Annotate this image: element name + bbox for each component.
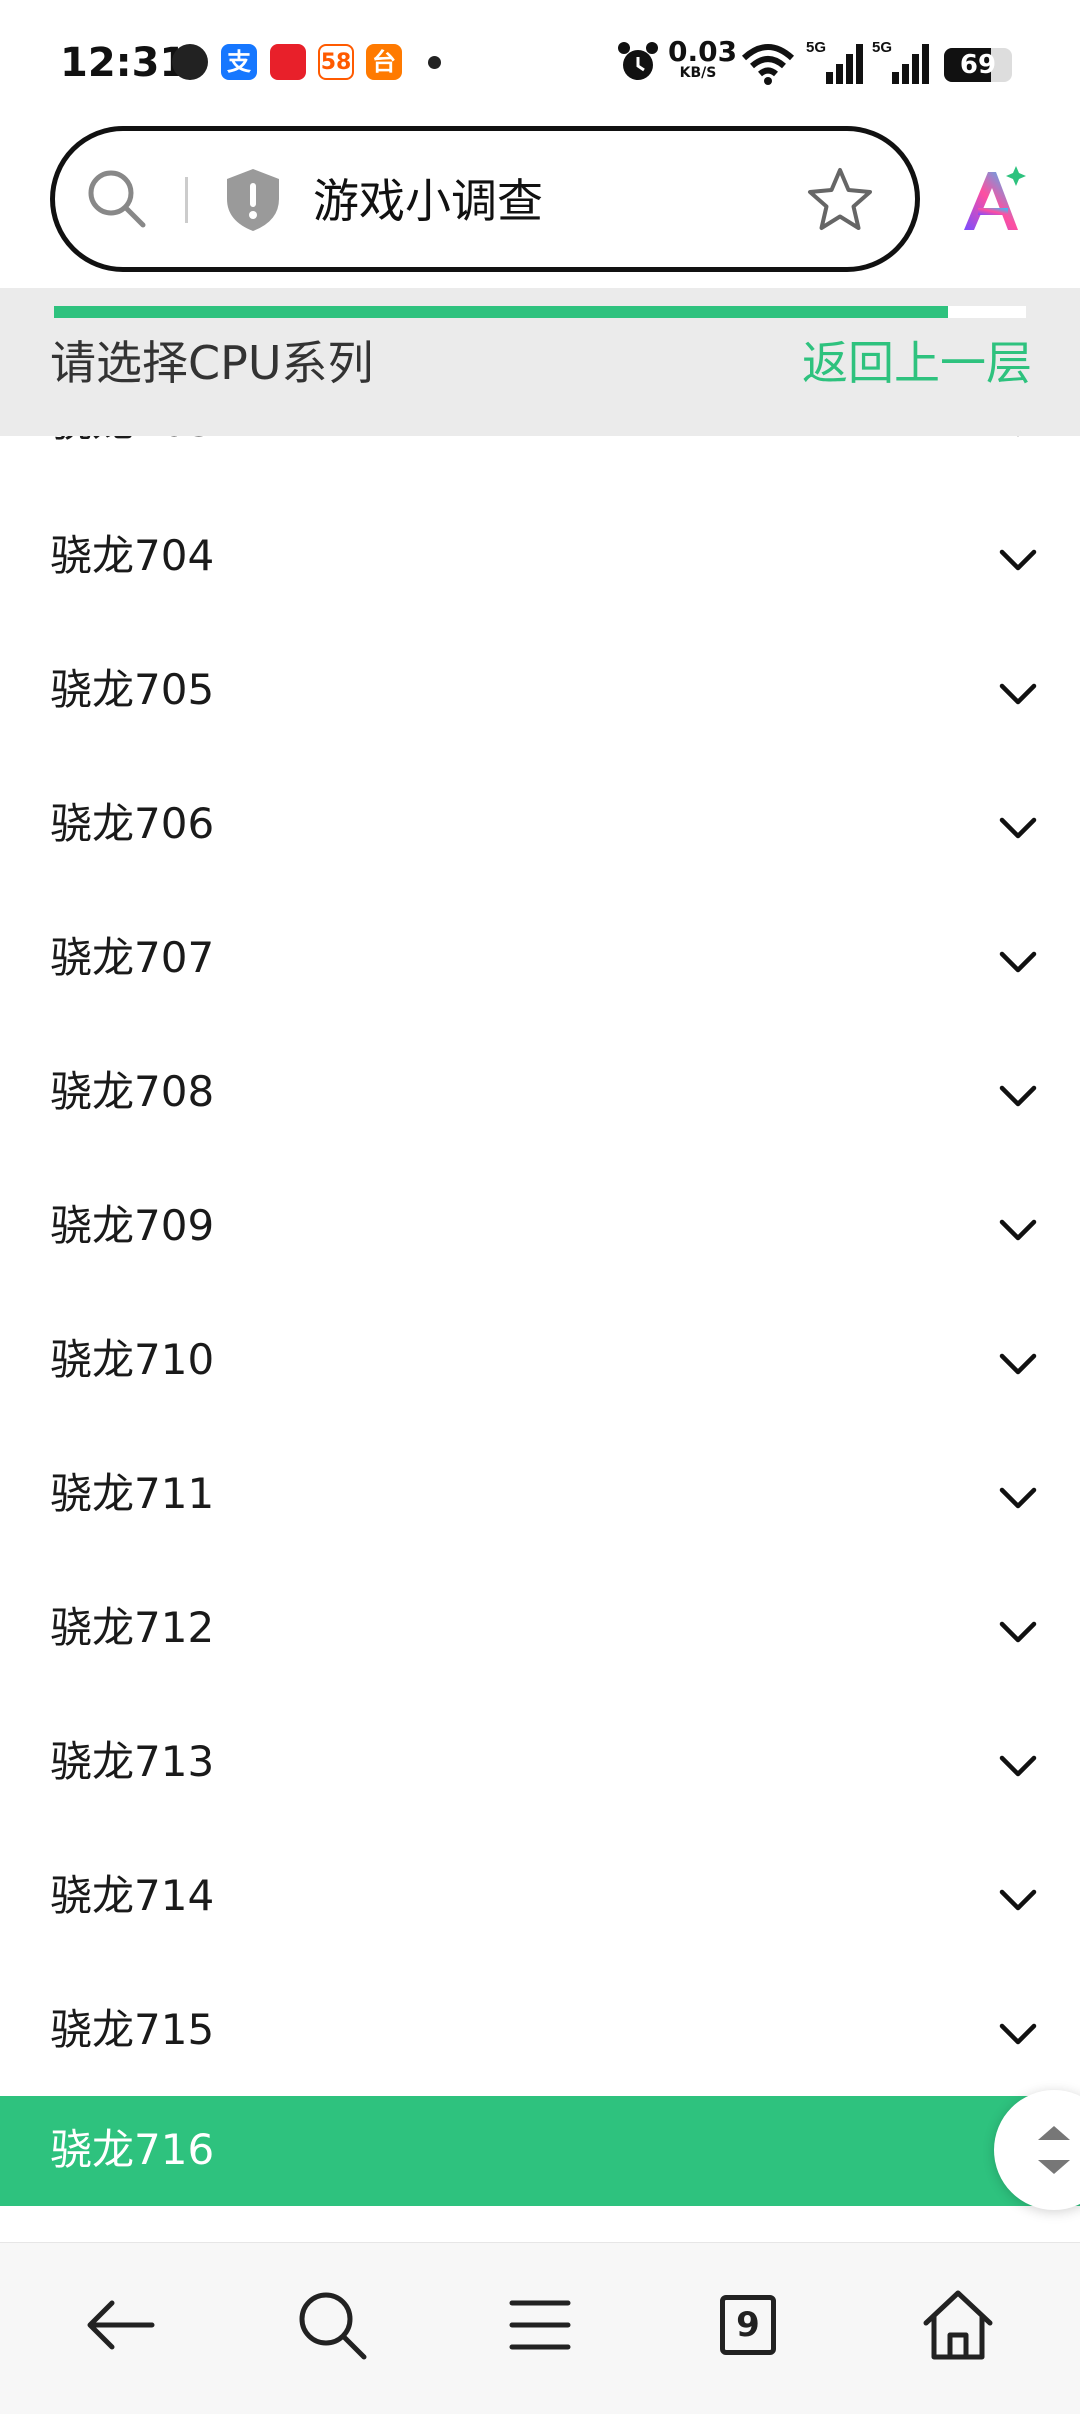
- list-item[interactable]: 骁龙703: [0, 436, 1080, 488]
- chevron-down-icon: [999, 683, 1037, 705]
- signal-icon: 5G: [806, 39, 863, 84]
- list-item-label: 骁龙706: [50, 799, 215, 848]
- svg-text:5G: 5G: [806, 39, 826, 56]
- progress-bar: [54, 306, 1026, 318]
- cpu-list[interactable]: 骁龙703 骁龙704 骁龙705 骁龙706 骁龙707 骁龙708 骁龙70…: [0, 436, 1080, 2242]
- chevron-down-icon: [999, 1353, 1037, 1375]
- list-item[interactable]: 骁龙706: [0, 756, 1080, 890]
- signal-icon-2: 5G: [872, 39, 929, 84]
- list-item-label: 骁龙704: [50, 531, 215, 580]
- ai-assistant-icon[interactable]: [956, 164, 1028, 236]
- 58-app-icon: 58: [318, 44, 354, 80]
- chevron-down-icon: [999, 1487, 1037, 1509]
- header-title: 请选择CPU系列: [50, 336, 374, 390]
- list-item-label: 骁龙710: [50, 1335, 215, 1384]
- back-arrow-icon[interactable]: [80, 2283, 164, 2367]
- list-item[interactable]: 骁龙714: [0, 1828, 1080, 1962]
- more-notifications-dot: [428, 56, 441, 69]
- list-item-label: 骁龙716: [50, 2125, 215, 2174]
- divider: [185, 177, 188, 223]
- list-item[interactable]: 骁龙710: [0, 1292, 1080, 1426]
- chevron-down-icon: [1016, 436, 1020, 437]
- address-bar[interactable]: 游戏小调查: [50, 126, 920, 272]
- list-item[interactable]: 骁龙711: [0, 1426, 1080, 1560]
- status-time: 12:31: [60, 40, 188, 86]
- list-item-label: 骁龙703: [50, 436, 214, 452]
- net-speed: 0.03 KB/S: [668, 35, 738, 81]
- list-item-label: 骁龙712: [50, 1603, 215, 1652]
- chevron-down-icon: [999, 1219, 1037, 1241]
- shield-icon[interactable]: [223, 167, 283, 233]
- list-item[interactable]: 骁龙709: [0, 1158, 1080, 1292]
- list-item-label: 骁龙708: [50, 1067, 215, 1116]
- chevron-down-icon: [999, 549, 1037, 571]
- search-icon[interactable]: [290, 2283, 374, 2367]
- list-item[interactable]: 骁龙712: [0, 1560, 1080, 1694]
- list-item[interactable]: 骁龙708: [0, 1024, 1080, 1158]
- list-item-label: 骁龙714: [50, 1871, 215, 1920]
- tabs-button[interactable]: 9: [706, 2283, 790, 2367]
- chevron-down-icon: [999, 1755, 1037, 1777]
- chevron-down-icon: [999, 1621, 1037, 1643]
- svg-text:5G: 5G: [872, 39, 892, 56]
- chevron-down-icon: [999, 2023, 1037, 2045]
- list-item-selected[interactable]: 骁龙716: [0, 2096, 1080, 2206]
- list-item-label: 骁龙713: [50, 1737, 215, 1786]
- list-item-label: 骁龙705: [50, 665, 215, 714]
- chevron-down-icon: [999, 817, 1037, 839]
- chevron-down-icon: [999, 1085, 1037, 1107]
- red-app-icon: [270, 44, 306, 80]
- list-item[interactable]: 骁龙704: [0, 488, 1080, 622]
- search-icon[interactable]: [85, 167, 149, 231]
- page-title[interactable]: 游戏小调查: [313, 171, 543, 231]
- menu-icon[interactable]: [498, 2283, 582, 2367]
- chevron-down-icon: [999, 951, 1037, 973]
- chevron-down-icon: [999, 1889, 1037, 1911]
- wechat-icon: [172, 44, 208, 80]
- scroll-arrows-icon: [1038, 2126, 1070, 2174]
- bottom-nav: 9: [0, 2242, 1080, 2414]
- tabs-count: 9: [720, 2295, 776, 2355]
- progress-fill: [54, 306, 949, 318]
- status-bar: 12:31 支 58 台 0.03 KB/S 5G 5G 69: [0, 0, 1080, 126]
- orange-app-icon: 台: [366, 44, 402, 80]
- alarm-icon: [618, 42, 658, 80]
- list-item[interactable]: 骁龙713: [0, 1694, 1080, 1828]
- wifi-icon: [741, 44, 795, 85]
- list-item[interactable]: 骁龙705: [0, 622, 1080, 756]
- list-item-label: 骁龙709: [50, 1201, 215, 1250]
- alipay-icon: 支: [221, 44, 257, 80]
- battery-icon: 69: [944, 48, 1012, 82]
- back-to-parent-button[interactable]: 返回上一层: [802, 330, 1032, 396]
- list-item[interactable]: 骁龙715: [0, 1962, 1080, 2096]
- battery-level: 69: [959, 50, 997, 80]
- bookmark-star-icon[interactable]: [805, 165, 875, 235]
- list-item-label: 骁龙707: [50, 933, 215, 982]
- home-icon[interactable]: [916, 2283, 1000, 2367]
- list-item-label: 骁龙715: [50, 2005, 215, 2054]
- list-item-label: 骁龙711: [50, 1469, 215, 1518]
- list-item[interactable]: 骁龙707: [0, 890, 1080, 1024]
